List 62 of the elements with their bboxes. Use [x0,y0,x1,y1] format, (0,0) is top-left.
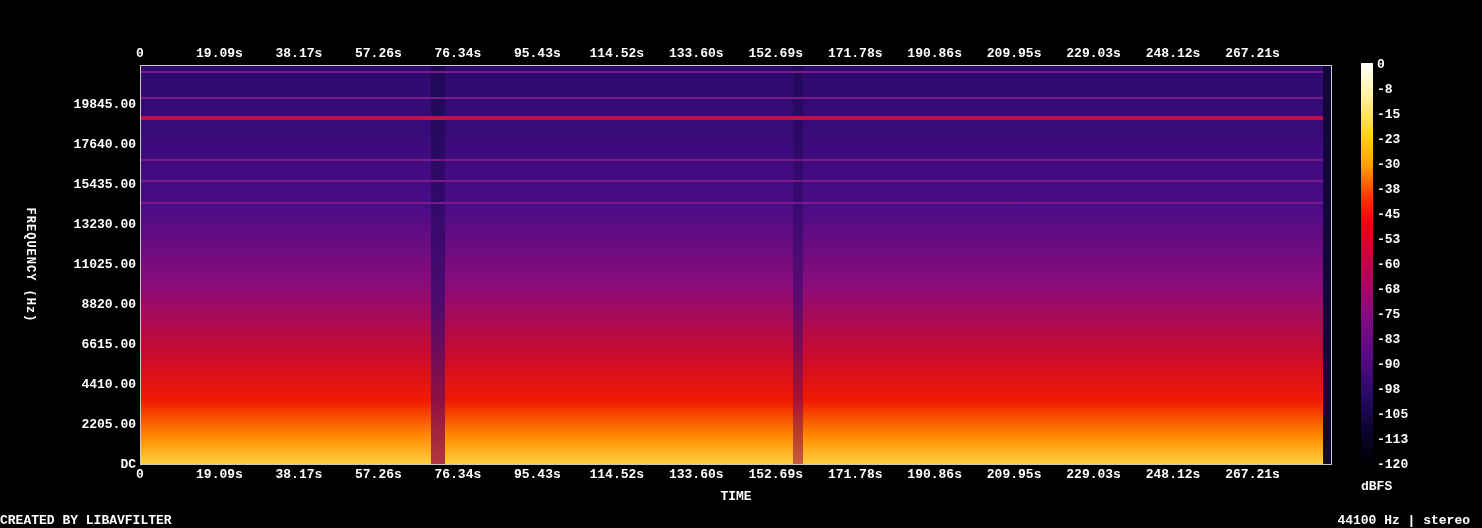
time-tick-label: 171.78s [827,468,883,482]
axis-title: TIME [720,488,752,504]
time-tick-label: 19.09s [196,468,243,482]
time-tick-label: 152.69s [748,468,803,482]
time-tick-label: 190.86s [907,47,962,61]
time-tick-label: 38.17s [275,468,323,482]
frequency-tick-label: 17640.00 [73,138,136,152]
unit-label: dBFS [1361,478,1393,494]
time-tick-label: 0 [136,47,144,61]
db-tick-label: -105 [1377,408,1409,422]
db-tick-label: -15 [1377,108,1401,122]
time-tick-label: 248.12s [1145,468,1201,482]
frequency-tick-label: 2205.00 [81,418,136,432]
time-tick-label: 95.43s [513,468,561,482]
frequency-tick-label: 15435.00 [73,178,136,192]
frequency-tick-label: DC [120,458,136,472]
time-tick-label: 38.17s [275,47,323,61]
db-tick-label: -68 [1377,283,1401,297]
sample-rate-text: 44100 Hz | stereo [1337,514,1470,528]
db-tick-label: -75 [1377,308,1401,322]
db-tick-label: -38 [1377,183,1401,197]
time-tick-label: 229.03s [1066,47,1121,61]
frequency-tick-label: 4410.00 [81,378,136,392]
db-tick-label: -120 [1377,458,1409,472]
db-tick-label: -113 [1377,433,1409,447]
credit-text: CREATED BY LIBAVFILTER [0,514,172,528]
time-tick-label: 229.03s [1066,468,1121,482]
db-tick-label: -60 [1377,258,1401,272]
time-tick-label: 171.78s [827,47,883,61]
time-tick-label: 248.12s [1145,47,1201,61]
time-tick-label: 133.60s [668,47,724,61]
time-tick-label: 19.09s [196,47,243,61]
time-tick-label: 0 [136,468,144,482]
frequency-tick-label: 6615.00 [81,338,136,352]
time-tick-label: 57.26s [355,468,402,482]
time-tick-label: 152.69s [748,47,803,61]
time-tick-label: 133.60s [668,468,724,482]
time-tick-label: 114.52s [589,47,645,61]
time-tick-label: 267.21s [1225,47,1280,61]
db-tick-label: -45 [1377,208,1401,222]
db-tick-label: -98 [1377,383,1401,397]
frequency-tick-label: 13230.00 [73,218,136,232]
time-tick-label: 76.34s [434,47,482,61]
frequency-tick-label: 8820.00 [81,298,136,312]
db-tick-label: -83 [1377,333,1401,347]
db-tick-label: -23 [1377,133,1401,147]
frequency-tick-label: 11025.00 [73,258,136,272]
time-tick-label: 114.52s [589,468,645,482]
time-tick-label: 95.43s [513,47,561,61]
frequency-tick-label: 19845.00 [73,98,136,112]
axis-title: FREQUENCY (Hz) [23,207,37,323]
time-tick-label: 209.95s [986,468,1042,482]
db-tick-label: -8 [1377,83,1393,97]
db-tick-label: 0 [1377,58,1385,72]
time-tick-label: 209.95s [986,47,1042,61]
time-tick-label: 57.26s [355,47,402,61]
time-tick-label: 267.21s [1225,468,1280,482]
db-tick-label: -90 [1377,358,1401,372]
db-tick-label: -30 [1377,158,1401,172]
time-tick-label: 190.86s [907,468,962,482]
db-tick-label: -53 [1377,233,1401,247]
time-tick-label: 76.34s [434,468,482,482]
